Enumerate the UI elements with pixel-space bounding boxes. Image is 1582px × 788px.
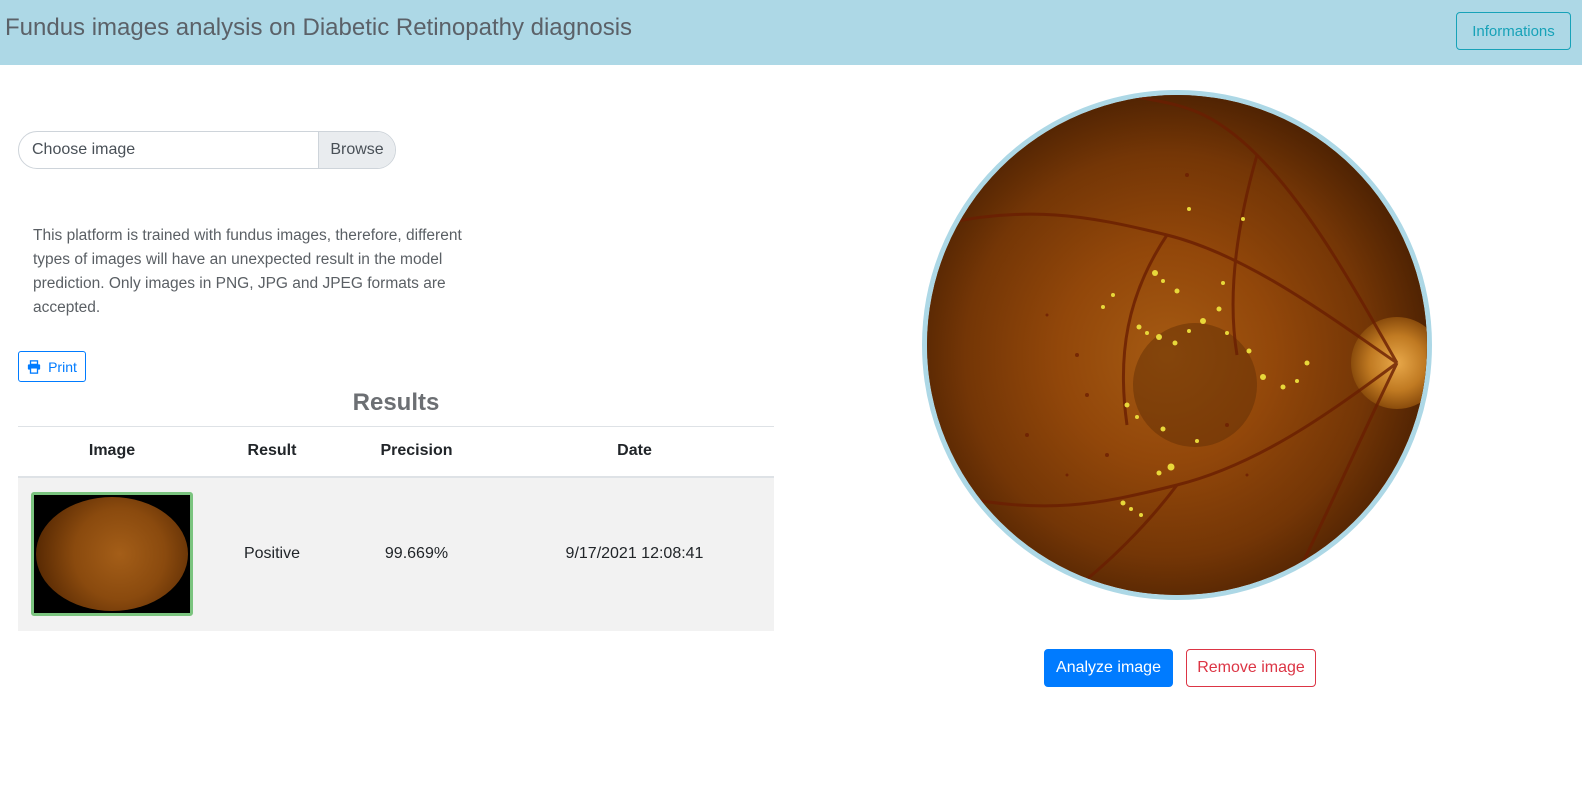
- result-value: Positive: [206, 476, 338, 631]
- print-button[interactable]: Print: [18, 351, 86, 382]
- printer-icon: [27, 359, 41, 374]
- date-value: 9/17/2021 12:08:41: [495, 476, 774, 631]
- result-thumbnail-cell: [18, 476, 206, 631]
- format-notice: This platform is trained with fundus ima…: [33, 227, 462, 316]
- results-table: Image Result Precision Date Positive 99.…: [18, 426, 774, 631]
- results-title: Results: [352, 389, 440, 416]
- browse-button[interactable]: Browse: [318, 132, 395, 168]
- navbar: Fundus images analysis on Diabetic Retin…: [0, 0, 1582, 65]
- file-input-label[interactable]: Choose image: [19, 132, 318, 168]
- column-header-image: Image: [18, 426, 206, 478]
- column-header-result: Result: [206, 426, 338, 478]
- image-file-input[interactable]: Choose image Browse: [18, 131, 396, 169]
- analyze-image-button[interactable]: Analyze image: [1044, 649, 1173, 687]
- result-thumbnail: [31, 492, 193, 616]
- table-row: Positive 99.669% 9/17/2021 12:08:41: [18, 476, 774, 631]
- informations-button[interactable]: Informations: [1456, 12, 1571, 50]
- column-header-date: Date: [495, 426, 774, 478]
- page-title: Fundus images analysis on Diabetic Retin…: [5, 14, 633, 41]
- column-header-precision: Precision: [338, 426, 495, 478]
- results-header-row: Image Result Precision Date: [18, 426, 774, 478]
- fundus-image-preview: [922, 90, 1432, 600]
- fundus-image: [927, 95, 1427, 595]
- precision-value: 99.669%: [338, 476, 495, 631]
- remove-image-button[interactable]: Remove image: [1186, 649, 1316, 687]
- fundus-thumbnail-image: [36, 497, 188, 611]
- print-button-label: Print: [48, 358, 77, 375]
